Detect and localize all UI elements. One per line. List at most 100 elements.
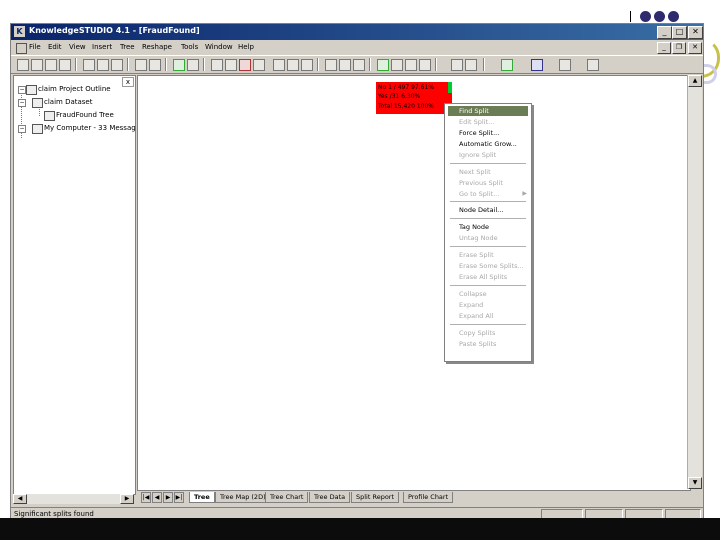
export-icon[interactable] xyxy=(339,59,351,71)
menu-help[interactable]: Help xyxy=(238,43,254,51)
ctx-collapse[interactable]: Collapse xyxy=(448,289,528,299)
ctx-ignore-split[interactable]: Ignore Split xyxy=(448,150,528,160)
table-icon[interactable] xyxy=(353,59,365,71)
ctx-force-split[interactable]: Force Split... xyxy=(448,128,528,138)
paste-icon[interactable] xyxy=(111,59,123,71)
ctx-tag-node[interactable]: Tag Node xyxy=(448,222,528,232)
tab-last-button[interactable]: ▶| xyxy=(174,492,184,503)
ctx-erase-all-splits[interactable]: Erase All Splits xyxy=(448,272,528,282)
pane-close-button[interactable]: x xyxy=(122,77,134,87)
new-icon[interactable] xyxy=(17,59,29,71)
tree-item-fraudfound[interactable]: FraudFound Tree xyxy=(56,111,114,119)
scroll-right-button[interactable]: ▶ xyxy=(120,494,134,504)
tab-first-button[interactable]: |◀ xyxy=(141,492,151,503)
link-icon[interactable] xyxy=(419,59,431,71)
ctx-paste-splits[interactable]: Paste Splits xyxy=(448,339,528,349)
ctx-expand-all[interactable]: Expand All xyxy=(448,311,528,321)
expander-computer[interactable]: − xyxy=(18,125,26,133)
menu-reshape[interactable]: Reshape xyxy=(142,43,172,51)
menu-tools[interactable]: Tools xyxy=(181,43,198,51)
computer-icon xyxy=(32,124,43,134)
ctx-expand[interactable]: Expand xyxy=(448,300,528,310)
menu-insert[interactable]: Insert xyxy=(92,43,112,51)
fast-forward-icon[interactable] xyxy=(301,59,313,71)
toolbar-separator xyxy=(483,58,485,71)
window-title: KnowledgeSTUDIO 4.1 - [FraudFound] xyxy=(29,26,200,35)
tab-tree-map[interactable]: Tree Map (2D) xyxy=(215,492,271,503)
prune-icon[interactable] xyxy=(239,59,251,71)
zoom-icon[interactable] xyxy=(451,59,463,71)
toolbar-separator xyxy=(369,58,371,71)
help-icon[interactable] xyxy=(135,59,147,71)
ctx-node-detail[interactable]: Node Detail... xyxy=(448,205,528,215)
ctx-find-split[interactable]: Find Split xyxy=(448,106,528,116)
ctx-automatic-grow[interactable]: Automatic Grow... xyxy=(448,139,528,149)
tab-profile-chart[interactable]: Profile Chart xyxy=(403,492,454,503)
doc-restore-button[interactable]: ❐ xyxy=(672,42,686,54)
page-icon[interactable] xyxy=(391,59,403,71)
doc-minimize-button[interactable]: _ xyxy=(657,42,671,54)
menu-view[interactable]: View xyxy=(69,43,86,51)
tree-item-computer[interactable]: My Computer - 33 Messag xyxy=(44,124,136,132)
ctx-next-split[interactable]: Next Split xyxy=(448,167,528,177)
filter-icon[interactable] xyxy=(187,59,199,71)
submenu-arrow-icon: ▶ xyxy=(522,190,527,197)
tree-item-dataset[interactable]: claim Dataset xyxy=(44,98,92,106)
pointer-icon[interactable] xyxy=(587,59,599,71)
ctx-edit-split[interactable]: Edit Split... xyxy=(448,117,528,127)
tab-tree-data[interactable]: Tree Data xyxy=(309,492,351,503)
menu-edit[interactable]: Edit xyxy=(48,43,62,51)
left-horizontal-scrollbar[interactable]: ◀ ▶ xyxy=(13,494,134,504)
menu-file[interactable]: File xyxy=(29,43,41,51)
branch-icon[interactable] xyxy=(325,59,337,71)
tab-next-button[interactable]: ▶ xyxy=(163,492,173,503)
ctx-previous-split[interactable]: Previous Split xyxy=(448,178,528,188)
tab-prev-button[interactable]: ◀ xyxy=(152,492,162,503)
vertical-scrollbar[interactable]: ▲ ▼ xyxy=(687,75,702,489)
minimize-button[interactable]: _ xyxy=(657,26,672,39)
tab-split-report[interactable]: Split Report xyxy=(351,492,400,503)
close-button[interactable]: ✕ xyxy=(688,26,703,39)
ctx-erase-some-splits[interactable]: Erase Some Splits... xyxy=(448,261,528,271)
ctx-separator xyxy=(450,201,526,202)
save-icon[interactable] xyxy=(45,59,57,71)
title-bar[interactable]: K KnowledgeSTUDIO 4.1 - [FraudFound] _ □… xyxy=(11,24,703,40)
tree-icon[interactable] xyxy=(173,59,185,71)
ctx-untag-node[interactable]: Untag Node xyxy=(448,233,528,243)
graph-icon[interactable] xyxy=(501,59,513,71)
menu-tree[interactable]: Tree xyxy=(120,43,135,51)
ctx-copy-splits[interactable]: Copy Splits xyxy=(448,328,528,338)
context-help-icon[interactable] xyxy=(149,59,161,71)
split-icon[interactable] xyxy=(225,59,237,71)
open-icon[interactable] xyxy=(31,59,43,71)
ctx-erase-split[interactable]: Erase Split xyxy=(448,250,528,260)
scroll-left-button[interactable]: ◀ xyxy=(13,494,27,504)
tree-item-project[interactable]: claim Project Outline xyxy=(38,85,111,93)
ctx-go-to-split[interactable]: Go to Split... xyxy=(448,189,528,199)
expander-dataset[interactable]: − xyxy=(18,99,26,107)
report-icon[interactable] xyxy=(405,59,417,71)
run-icon[interactable] xyxy=(253,59,265,71)
cut-icon[interactable] xyxy=(83,59,95,71)
copy-icon[interactable] xyxy=(97,59,109,71)
expander-project[interactable]: − xyxy=(18,86,26,94)
tab-tree[interactable]: Tree xyxy=(189,492,215,503)
step-back-icon[interactable] xyxy=(287,59,299,71)
step-icon[interactable] xyxy=(273,59,285,71)
stop-icon[interactable] xyxy=(531,59,543,71)
doc-close-button[interactable]: ✕ xyxy=(688,42,702,54)
maximize-button[interactable]: □ xyxy=(672,26,687,39)
app-logo-icon[interactable]: K xyxy=(14,26,25,37)
root-node[interactable]: No 1 / 497 97.61% Yes /31 6.30% Total 15… xyxy=(376,82,452,114)
fit-icon[interactable] xyxy=(465,59,477,71)
tree-canvas[interactable] xyxy=(137,75,691,491)
properties-icon[interactable] xyxy=(559,59,571,71)
print-icon[interactable] xyxy=(59,59,71,71)
scroll-up-button[interactable]: ▲ xyxy=(688,75,702,87)
scroll-down-button[interactable]: ▼ xyxy=(688,477,702,489)
tab-tree-chart[interactable]: Tree Chart xyxy=(265,492,309,503)
menu-window[interactable]: Window xyxy=(205,43,233,51)
document-icon[interactable] xyxy=(16,43,27,54)
grow-icon[interactable] xyxy=(211,59,223,71)
chart-icon[interactable] xyxy=(377,59,389,71)
